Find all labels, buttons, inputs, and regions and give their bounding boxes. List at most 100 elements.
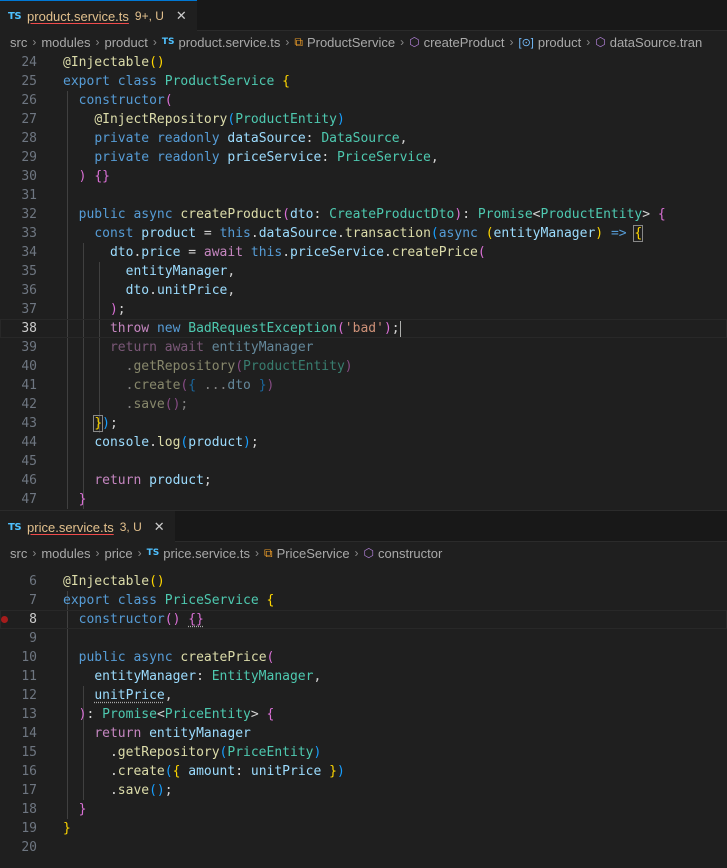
line-number: 38	[21, 321, 37, 336]
code-line[interactable]: 32 public async createProduct(dto: Creat…	[0, 205, 727, 224]
chevron-right-icon: ›	[354, 546, 359, 560]
breadcrumb-item[interactable]: ⬡ constructor	[364, 546, 443, 561]
line-number: 41	[21, 378, 37, 393]
line-number: 27	[21, 112, 37, 127]
tab-bar: TS product.service.ts 9+, U ✕	[0, 0, 727, 31]
line-number: 36	[21, 283, 37, 298]
code-line[interactable]: 43 });	[0, 414, 727, 433]
code-text: }	[78, 492, 87, 507]
code-text: @InjectRepository(ProductEntity)	[94, 112, 345, 127]
breadcrumb-item[interactable]: product	[104, 35, 147, 50]
chevron-right-icon: ›	[95, 546, 100, 560]
code-line[interactable]: 44 console.log(product);	[0, 433, 727, 452]
code-text: dto.price = await this.priceService.crea…	[109, 245, 486, 260]
close-icon[interactable]: ✕	[154, 520, 165, 535]
code-line[interactable]: 17 .save();	[0, 781, 727, 800]
breadcrumb-item[interactable]: src	[10, 546, 27, 561]
code-line[interactable]: 25 export class ProductService {	[0, 72, 727, 91]
breadcrumb-item[interactable]: TS price.service.ts	[147, 546, 250, 561]
typescript-icon: TS	[161, 37, 175, 47]
code-line[interactable]: 16 .create({ amount: unitPrice })	[0, 762, 727, 781]
code-text: public async createProduct(dto: CreatePr…	[78, 207, 666, 222]
code-line[interactable]: 38 throw new BadRequestException('bad');	[0, 319, 727, 338]
code-line[interactable]: 42 .save();	[0, 395, 727, 414]
code-line[interactable]: 12 unitPrice,	[0, 686, 727, 705]
code-editor-price[interactable]: 6 @Injectable() 7 export class PriceService…	[0, 572, 727, 868]
tab-product-service[interactable]: TS product.service.ts 9+, U ✕	[0, 0, 197, 31]
breadcrumb-item[interactable]: ⧉ ProductService	[294, 35, 395, 50]
code-line[interactable]: 18 }	[0, 800, 727, 819]
chevron-right-icon: ›	[400, 35, 405, 49]
line-number: 40	[21, 359, 37, 374]
breadcrumb-item[interactable]: src	[10, 35, 27, 50]
line-number: 17	[21, 783, 37, 798]
code-line[interactable]: 11 entityManager: EntityManager,	[0, 667, 727, 686]
breadcrumb-item[interactable]: ⬡ dataSource.tran	[595, 35, 702, 50]
typescript-icon: TS	[8, 10, 22, 22]
code-line[interactable]: 28 private readonly dataSource: DataSour…	[0, 129, 727, 148]
code-line[interactable]: 45	[0, 452, 727, 471]
chevron-right-icon: ›	[586, 35, 591, 49]
line-number: 10	[21, 650, 37, 665]
code-text: .save();	[125, 397, 189, 412]
tab-price-service[interactable]: TS price.service.ts 3, U ✕	[0, 511, 175, 542]
code-line[interactable]: 30 ) {}	[0, 167, 727, 186]
breadcrumb: src › modules › product › TS product.serv…	[0, 31, 727, 53]
code-line[interactable]: 10 public async createPrice(	[0, 648, 727, 667]
code-text: private readonly priceService: PriceServ…	[94, 150, 439, 165]
breadcrumb-item[interactable]: modules	[41, 35, 90, 50]
code-line[interactable]: 19}	[0, 819, 727, 838]
breadcrumb-item[interactable]: [⊙] product	[519, 35, 582, 50]
code-line[interactable]: 46 return product;	[0, 471, 727, 490]
code-line[interactable]: 24 @Injectable()	[0, 53, 727, 72]
code-line[interactable]: 20	[0, 838, 727, 857]
code-line[interactable]: 41 .create({ ...dto })	[0, 376, 727, 395]
code-line[interactable]: 40 .getRepository(ProductEntity)	[0, 357, 727, 376]
line-number: 34	[21, 245, 37, 260]
code-line[interactable]: 36 dto.unitPrice,	[0, 281, 727, 300]
code-line[interactable]: 47 }	[0, 490, 727, 509]
line-number: 45	[21, 454, 37, 469]
code-text: .create({ amount: unitPrice })	[109, 764, 345, 779]
code-text: return product;	[94, 473, 212, 488]
chevron-right-icon: ›	[509, 35, 514, 49]
code-text: console.log(product);	[94, 435, 259, 450]
line-number: 35	[21, 264, 37, 279]
code-text: entityManager: EntityManager,	[94, 669, 322, 684]
breadcrumb-item[interactable]: ⧉ PriceService	[264, 546, 350, 561]
code-line[interactable]: 8 constructor() {}	[0, 610, 727, 629]
code-line[interactable]: 7 export class PriceService {	[0, 591, 727, 610]
code-line[interactable]: 39 return await entityManager	[0, 338, 727, 357]
code-line[interactable]: 14 return entityManager	[0, 724, 727, 743]
code-editor-product[interactable]: 24 @Injectable() 25 export class ProductSer…	[0, 53, 727, 509]
line-number: 19	[21, 821, 37, 836]
code-line[interactable]: 27 @InjectRepository(ProductEntity)	[0, 110, 727, 129]
code-line[interactable]: 34 dto.price = await this.priceService.c…	[0, 243, 727, 262]
code-line[interactable]: 37 );	[0, 300, 727, 319]
chevron-right-icon: ›	[32, 35, 37, 49]
code-line[interactable]: 33 const product = this.dataSource.trans…	[0, 224, 727, 243]
code-line[interactable]: 13 ): Promise<PriceEntity> {	[0, 705, 727, 724]
breadcrumb-item[interactable]: modules	[41, 546, 90, 561]
code-line[interactable]: 31	[0, 186, 727, 205]
code-line[interactable]: 29 private readonly priceService: PriceS…	[0, 148, 727, 167]
code-line[interactable]: 35 entityManager,	[0, 262, 727, 281]
close-icon[interactable]: ✕	[176, 9, 187, 24]
code-line[interactable]: 6 @Injectable()	[0, 572, 727, 591]
code-text: });	[93, 415, 118, 432]
code-line[interactable]: 26 constructor(	[0, 91, 727, 110]
class-icon: ⧉	[264, 545, 273, 560]
breadcrumb-item[interactable]: price	[104, 546, 132, 561]
line-number: 46	[21, 473, 37, 488]
line-number: 15	[21, 745, 37, 760]
line-number: 43	[21, 416, 37, 431]
code-line[interactable]: 15 .getRepository(PriceEntity)	[0, 743, 727, 762]
code-text: return entityManager	[94, 726, 251, 741]
breadcrumb-item[interactable]: ⬡ createProduct	[409, 35, 504, 50]
line-number: 13	[21, 707, 37, 722]
breadcrumb-item[interactable]: TS product.service.ts	[162, 35, 281, 50]
breadcrumb: src › modules › price › TS price.service.…	[0, 542, 727, 564]
code-text: dto.unitPrice,	[125, 283, 236, 298]
code-line[interactable]: 9	[0, 629, 727, 648]
tab-filename: product.service.ts	[27, 8, 129, 24]
